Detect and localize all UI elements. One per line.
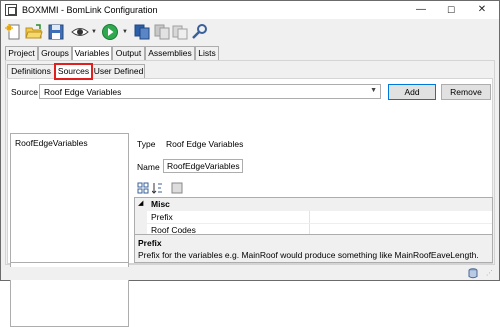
- window-title: BOXMMI - BomLink Configuration: [22, 5, 158, 15]
- name-field-value: RoofEdgeVariables: [167, 161, 240, 171]
- toolbar: ▼ ▼: [1, 20, 499, 44]
- source-combobox[interactable]: Roof Edge Variables ▼: [39, 84, 381, 99]
- type-label: Type: [137, 139, 156, 149]
- status-db-icon: [468, 268, 478, 279]
- remove-button[interactable]: Remove: [441, 84, 491, 100]
- main-tab-strip: Project Groups Variables Output Assembli…: [5, 46, 495, 61]
- tab-project[interactable]: Project: [5, 46, 38, 60]
- category-label: Misc: [151, 199, 170, 209]
- type-value: Roof Edge Variables: [166, 139, 244, 149]
- copy-icon[interactable]: [133, 23, 151, 41]
- help-text: Prefix for the variables e.g. MainRoof w…: [138, 250, 479, 260]
- property-row-prefix[interactable]: Prefix: [135, 211, 492, 224]
- sub-tab-strip: Definitions Sources User Defined: [7, 63, 307, 80]
- source-selected-value: Roof Edge Variables: [44, 87, 122, 97]
- list-item[interactable]: RoofEdgeVariables: [15, 138, 88, 148]
- collapse-icon[interactable]: ◢: [138, 199, 143, 207]
- source-label: Source: [11, 87, 38, 97]
- app-window: BOXMMI - BomLink Configuration — ☐ ✕ ▼ ▼…: [0, 0, 500, 327]
- alphabetical-sort-icon[interactable]: [151, 182, 164, 194]
- open-folder-icon[interactable]: [25, 23, 43, 41]
- minimize-button[interactable]: —: [406, 1, 436, 19]
- subtab-definitions[interactable]: Definitions: [7, 64, 55, 78]
- run-icon[interactable]: [101, 23, 119, 41]
- new-icon[interactable]: [5, 23, 23, 41]
- view-dropdown-arrow-icon[interactable]: ▼: [91, 29, 97, 35]
- duplicate-icon[interactable]: [171, 23, 189, 41]
- subtab-sources[interactable]: Sources: [54, 63, 93, 80]
- tab-output[interactable]: Output: [112, 46, 145, 60]
- property-help-pane: Prefix Prefix for the variables e.g. Mai…: [134, 234, 493, 263]
- paste-icon[interactable]: [153, 23, 171, 41]
- name-field[interactable]: RoofEdgeVariables: [163, 159, 243, 173]
- help-title: Prefix: [138, 238, 162, 248]
- tab-groups[interactable]: Groups: [38, 46, 72, 60]
- property-name: Prefix: [151, 212, 173, 222]
- tab-variables[interactable]: Variables: [72, 46, 112, 61]
- settings-wrench-icon[interactable]: [191, 23, 209, 41]
- maximize-button[interactable]: ☐: [436, 1, 466, 19]
- chevron-down-icon: ▼: [370, 87, 377, 94]
- close-button[interactable]: ✕: [467, 1, 497, 19]
- categorized-view-icon[interactable]: [136, 182, 149, 194]
- name-label: Name: [137, 162, 160, 172]
- tab-lists[interactable]: Lists: [195, 46, 219, 60]
- variables-tab-panel: Definitions Sources User Defined Source …: [5, 60, 495, 327]
- sources-listbox[interactable]: RoofEdgeVariables: [10, 133, 129, 263]
- save-icon[interactable]: [47, 23, 65, 41]
- tab-assemblies[interactable]: Assemblies: [145, 46, 195, 60]
- property-category-misc[interactable]: ◢ Misc: [135, 198, 492, 211]
- run-dropdown-arrow-icon[interactable]: ▼: [122, 29, 128, 35]
- view-icon[interactable]: [71, 23, 89, 41]
- title-bar: BOXMMI - BomLink Configuration — ☐ ✕: [1, 1, 499, 19]
- subtab-user-defined[interactable]: User Defined: [92, 64, 145, 78]
- app-icon: [5, 4, 17, 16]
- property-grid[interactable]: ◢ Misc Prefix Roof Codes: [134, 197, 493, 237]
- status-bar: ⋰: [1, 267, 499, 280]
- add-button[interactable]: Add: [388, 84, 436, 100]
- property-pages-icon[interactable]: [170, 182, 183, 194]
- sources-panel: Source Roof Edge Variables ▼ Add Remove …: [7, 78, 493, 327]
- resize-grip-icon[interactable]: ⋰: [486, 269, 493, 277]
